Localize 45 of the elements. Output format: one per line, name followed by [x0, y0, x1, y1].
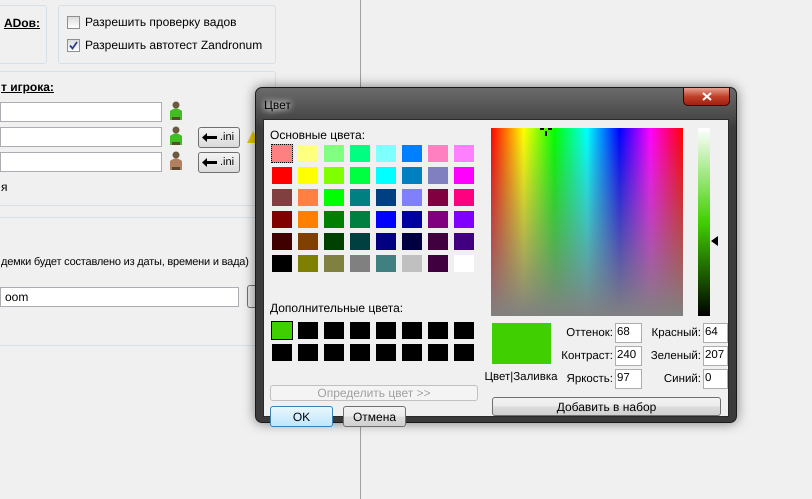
- ini-button[interactable]: .ini: [198, 126, 240, 148]
- crosshair-icon[interactable]: [540, 128, 552, 136]
- arrow-icon: [202, 158, 218, 166]
- field-label: Яркость:: [566, 373, 613, 385]
- slider-arrow-icon[interactable]: [711, 236, 718, 246]
- color-spectrum[interactable]: [491, 128, 683, 316]
- field-label: Синий:: [662, 373, 701, 385]
- field-label: Красный:: [650, 327, 701, 339]
- player-icon: [167, 150, 185, 170]
- field-label: Оттенок:: [565, 327, 613, 339]
- field-label: Зеленый:: [650, 350, 701, 362]
- close-button[interactable]: [683, 88, 730, 106]
- field-label: Контраст:: [560, 350, 613, 362]
- color-swatch[interactable]: [271, 321, 293, 340]
- cancel-button[interactable]: Отмена: [343, 406, 406, 427]
- checkbox-label: Разрешить проверку вадов: [85, 15, 237, 29]
- input-field[interactable]: 0: [703, 369, 728, 389]
- input-field[interactable]: [0, 152, 162, 172]
- player-icon: [167, 126, 185, 146]
- group-title: ADов:: [4, 16, 40, 32]
- label: я: [1, 180, 8, 194]
- checkbox-label: Разрешить автотест Zandronum: [85, 38, 262, 52]
- input-field[interactable]: 207: [703, 346, 728, 366]
- label: демки будет составлено из даты, времени и вада): [1, 256, 249, 268]
- preview-label: Цвет|Заливка: [484, 371, 558, 383]
- input-field[interactable]: 64: [703, 323, 728, 343]
- add-to-custom-button[interactable]: Добавить в набор: [492, 397, 721, 416]
- path-field[interactable]: oom: [0, 286, 239, 306]
- ini-button[interactable]: .ini: [198, 152, 240, 172]
- section-label: Основные цвета:: [270, 128, 366, 142]
- input-field[interactable]: 68: [615, 323, 642, 343]
- color-swatch[interactable]: [271, 144, 293, 163]
- checkbox[interactable]: [67, 38, 80, 52]
- section-label: Дополнительные цвета:: [270, 301, 404, 315]
- input-field[interactable]: [0, 127, 162, 147]
- player-icon: [167, 100, 185, 120]
- input-field[interactable]: 97: [615, 369, 642, 389]
- input-field[interactable]: 240: [615, 346, 642, 366]
- group-title: т игрока:: [1, 80, 54, 94]
- ok-button[interactable]: OK: [270, 406, 333, 427]
- window-title: Цвет: [263, 96, 291, 112]
- input-field[interactable]: [0, 102, 162, 122]
- close-icon: [702, 92, 712, 101]
- checkbox[interactable]: [67, 16, 80, 28]
- arrow-icon: [202, 132, 218, 142]
